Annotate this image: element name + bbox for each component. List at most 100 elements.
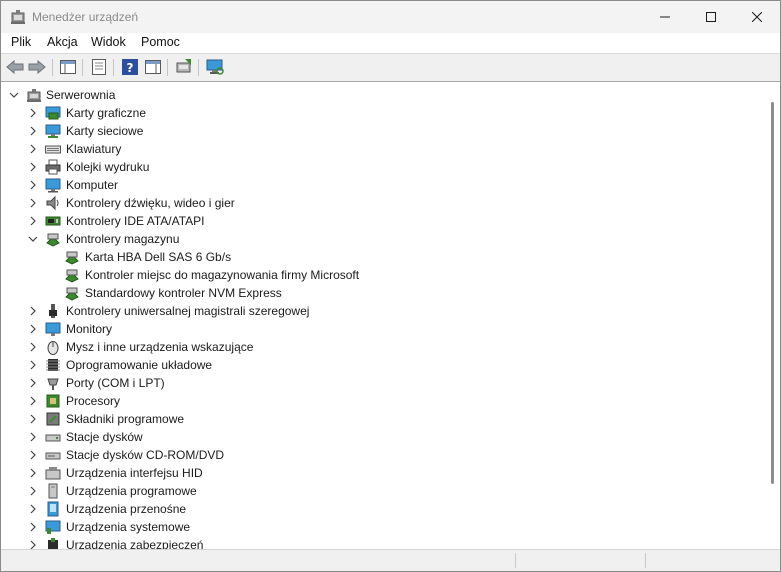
tree-node-label: Komputer	[66, 178, 119, 192]
expand-chevron-icon[interactable]	[28, 413, 38, 425]
action-pane-icon	[145, 60, 161, 74]
tree-node-label: Karty graficzne	[66, 106, 147, 120]
expand-chevron-icon[interactable]	[28, 305, 38, 317]
device-tree[interactable]: Serwerownia Karty graficzne Karty sieciow…	[1, 82, 766, 549]
forward-button[interactable]	[28, 58, 46, 76]
update-driver-button[interactable]	[175, 58, 193, 76]
expand-chevron-icon[interactable]	[28, 143, 38, 155]
expand-chevron-icon[interactable]	[28, 467, 38, 479]
expand-chevron-icon[interactable]	[28, 503, 38, 515]
tree-node[interactable]: Kontrolery magazynu	[1, 230, 766, 248]
minimize-button[interactable]	[642, 1, 688, 33]
expand-chevron-icon[interactable]	[28, 359, 38, 371]
tree-child-node[interactable]: Standardowy kontroler NVM Express	[1, 284, 766, 302]
tree-child-label: Standardowy kontroler NVM Express	[85, 286, 282, 300]
expand-chevron-icon[interactable]	[28, 161, 38, 173]
tree-node-label: Procesory	[66, 394, 121, 408]
status-divider	[515, 553, 516, 568]
tree-node-label: Urządzenia zabezpieczeń	[66, 538, 204, 549]
back-icon	[6, 60, 24, 74]
expand-chevron-icon[interactable]	[28, 377, 38, 389]
show-hide-console-tree-button[interactable]	[59, 58, 77, 76]
maximize-button[interactable]	[688, 1, 734, 33]
tree-root[interactable]: Serwerownia	[1, 86, 766, 104]
tree-child-node[interactable]: Karta HBA Dell SAS 6 Gb/s	[1, 248, 766, 266]
display-adapter-icon	[45, 105, 61, 121]
tree-node[interactable]: Stacje dysków	[1, 428, 766, 446]
tree-node[interactable]: Urządzenia systemowe	[1, 518, 766, 536]
tree-node[interactable]: Stacje dysków CD-ROM/DVD	[1, 446, 766, 464]
tree-node[interactable]: Urządzenia zabezpieczeń	[1, 536, 766, 549]
mouse-icon	[45, 339, 61, 355]
tree-node[interactable]: Klawiatury	[1, 140, 766, 158]
help-button[interactable]: ?	[121, 58, 139, 76]
window-title: Menedżer urządzeń	[32, 10, 139, 24]
network-adapter-icon	[45, 123, 61, 139]
tree-node[interactable]: Porty (COM i LPT)	[1, 374, 766, 392]
disk-drive-icon	[45, 429, 61, 445]
ide-controller-icon	[45, 213, 61, 229]
menu-file[interactable]: Plik	[11, 35, 31, 49]
tree-node[interactable]: Urządzenia programowe	[1, 482, 766, 500]
toolbar-separator	[82, 59, 83, 76]
collapse-chevron-icon[interactable]	[28, 233, 38, 245]
expand-chevron-icon[interactable]	[28, 431, 38, 443]
scrollbar-thumb[interactable]	[771, 102, 774, 484]
menu-help[interactable]: Pomoc	[141, 35, 180, 49]
tree-node[interactable]: Procesory	[1, 392, 766, 410]
tree-child-node[interactable]: Kontroler miejsc do magazynowania firmy …	[1, 266, 766, 284]
tree-node[interactable]: Urządzenia interfejsu HID	[1, 464, 766, 482]
close-button[interactable]	[734, 1, 780, 33]
tree-node[interactable]: Monitory	[1, 320, 766, 338]
back-button[interactable]	[6, 58, 24, 76]
dvd-drive-icon	[45, 447, 61, 463]
scan-hardware-icon	[206, 59, 224, 75]
minimize-icon	[660, 16, 670, 18]
tree-node[interactable]: Kontrolery uniwersalnej magistrali szere…	[1, 302, 766, 320]
tree-node[interactable]: Kontrolery IDE ATA/ATAPI	[1, 212, 766, 230]
status-divider	[645, 553, 646, 568]
collapse-chevron-icon[interactable]	[9, 89, 19, 101]
tree-root-label: Serwerownia	[46, 88, 116, 102]
monitor-icon	[45, 321, 61, 337]
tree-node[interactable]: Składniki programowe	[1, 410, 766, 428]
menu-action[interactable]: Akcja	[47, 35, 78, 49]
expand-chevron-icon[interactable]	[28, 125, 38, 137]
expand-chevron-icon[interactable]	[28, 215, 38, 227]
device-manager-window: Menedżer urządzeń Plik Akcja Widok Pomoc	[0, 0, 781, 572]
expand-chevron-icon[interactable]	[28, 539, 38, 549]
tree-node[interactable]: Urządzenia przenośne	[1, 500, 766, 518]
expand-chevron-icon[interactable]	[28, 107, 38, 119]
expand-chevron-icon[interactable]	[28, 179, 38, 191]
tree-node[interactable]: Komputer	[1, 176, 766, 194]
expand-chevron-icon[interactable]	[28, 323, 38, 335]
expand-chevron-icon[interactable]	[28, 341, 38, 353]
tree-node[interactable]: Oprogramowanie układowe	[1, 356, 766, 374]
expand-chevron-icon[interactable]	[28, 449, 38, 461]
expand-chevron-icon[interactable]	[28, 521, 38, 533]
properties-button[interactable]	[90, 58, 108, 76]
tree-node[interactable]: Karty graficzne	[1, 104, 766, 122]
title-bar[interactable]: Menedżer urządzeń	[1, 1, 780, 33]
software-component-icon	[45, 411, 61, 427]
tree-node[interactable]: Karty sieciowe	[1, 122, 766, 140]
storage-controller-icon	[45, 231, 61, 247]
expand-chevron-icon[interactable]	[28, 197, 38, 209]
tree-node-label: Stacje dysków CD-ROM/DVD	[66, 448, 225, 462]
tree-node-label: Urządzenia przenośne	[66, 502, 187, 516]
tree-node[interactable]: Kontrolery dźwięku, wideo i gier	[1, 194, 766, 212]
tree-node[interactable]: Kolejki wydruku	[1, 158, 766, 176]
tree-node[interactable]: Mysz i inne urządzenia wskazujące	[1, 338, 766, 356]
action-pane-button[interactable]	[144, 58, 162, 76]
server-computer-icon	[26, 87, 42, 103]
properties-icon	[92, 59, 106, 75]
tree-node-label: Urządzenia systemowe	[66, 520, 191, 534]
toolbar-separator	[52, 59, 53, 76]
toolbar-separator	[198, 59, 199, 76]
update-driver-icon	[176, 59, 191, 73]
expand-chevron-icon[interactable]	[28, 485, 38, 497]
expand-chevron-icon[interactable]	[28, 395, 38, 407]
menu-view[interactable]: Widok	[91, 35, 126, 49]
scan-hardware-button[interactable]	[206, 58, 224, 76]
vertical-scrollbar[interactable]	[766, 82, 780, 549]
